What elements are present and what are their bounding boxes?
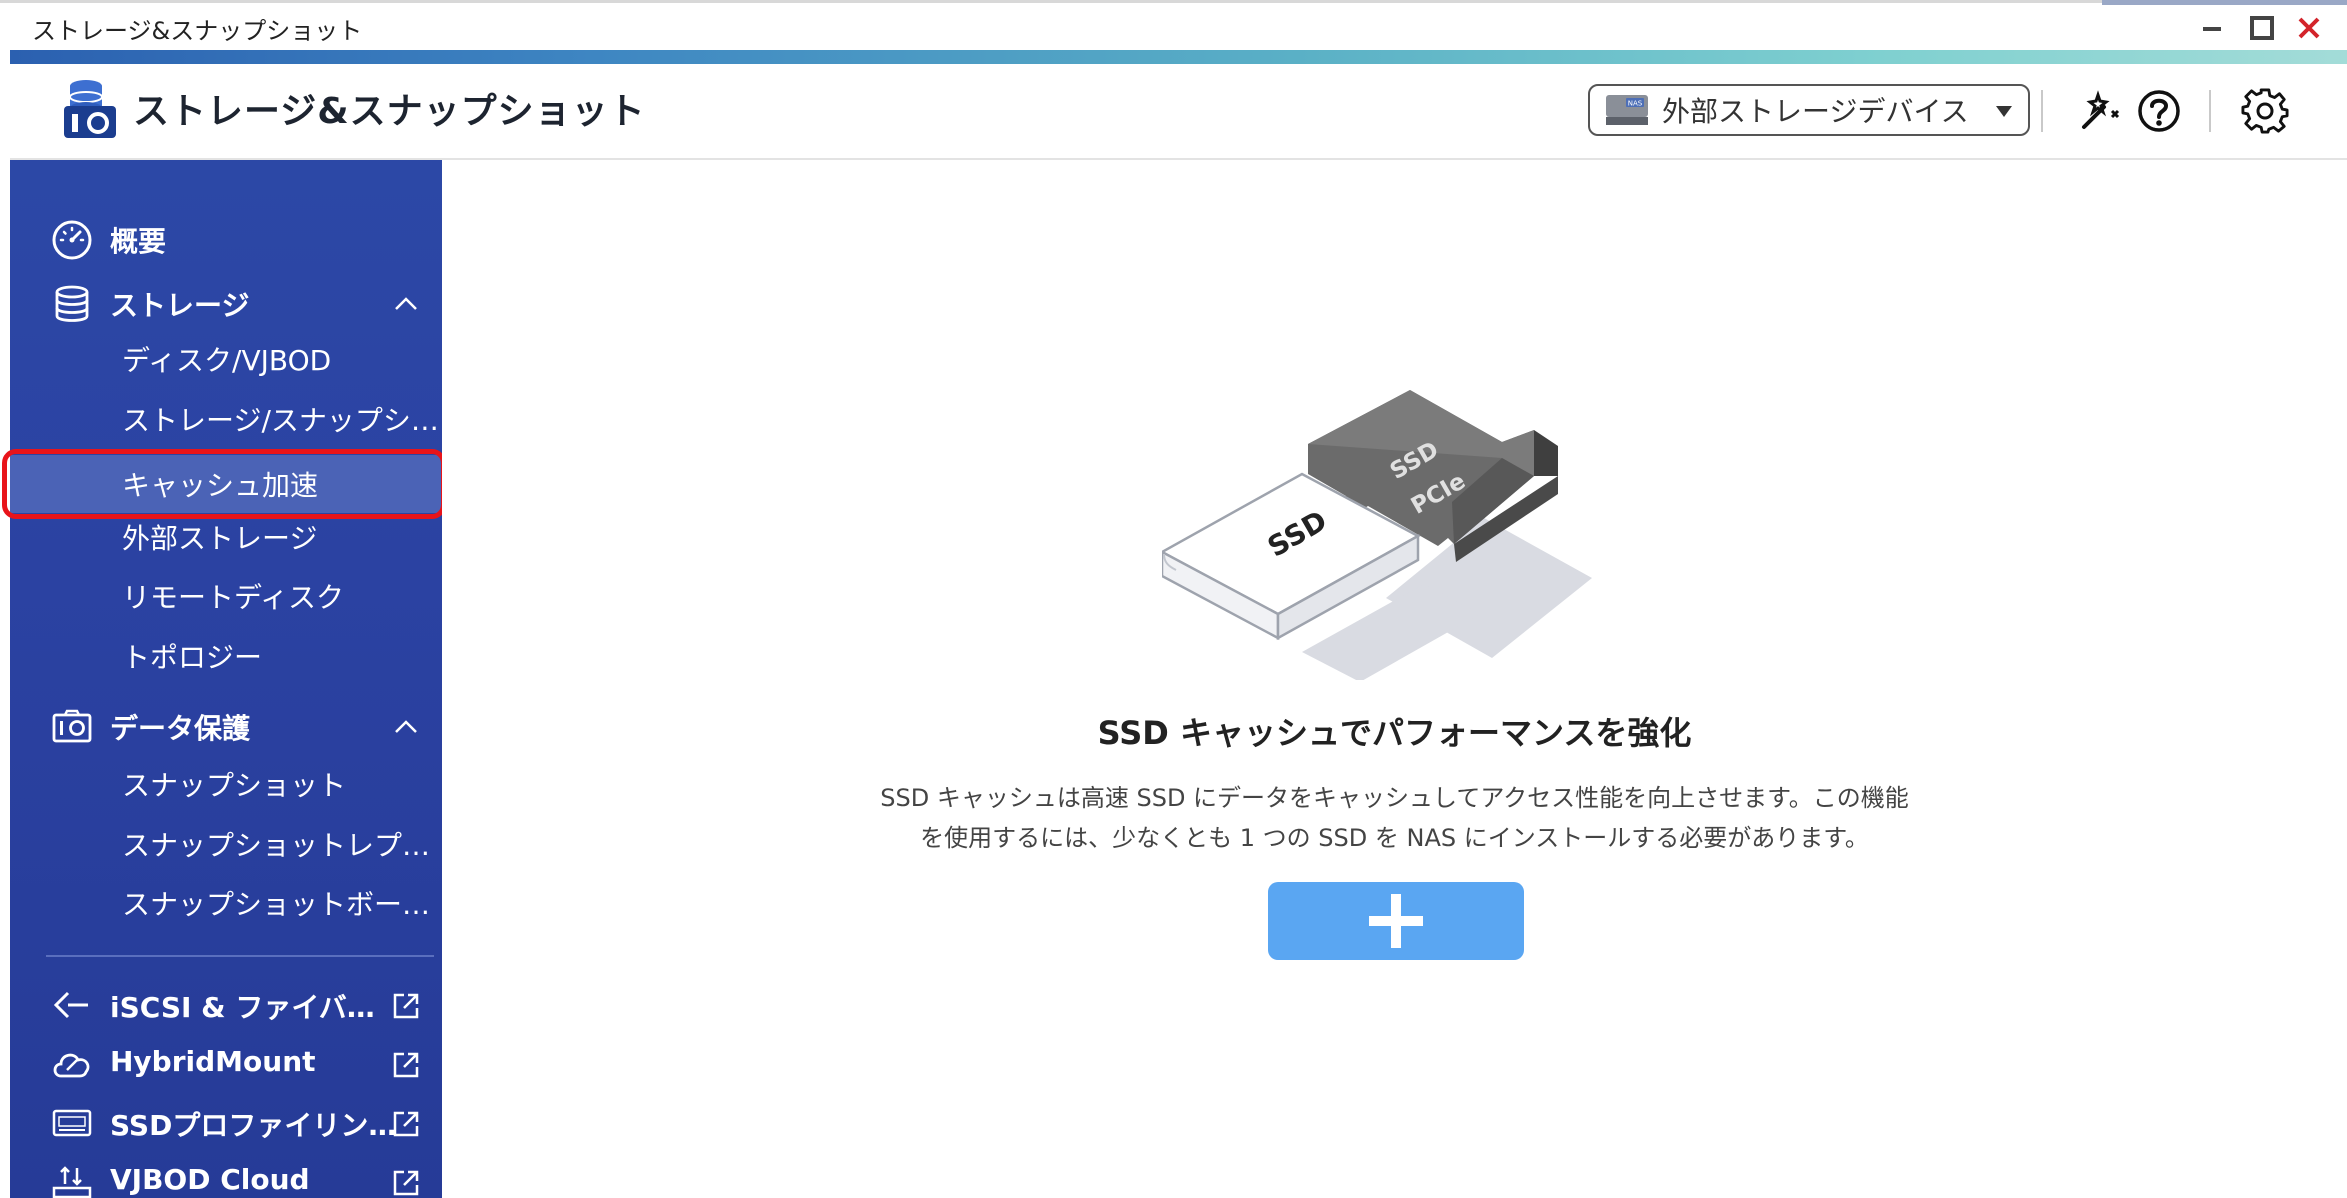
sidebar-link-ssd-profiling[interactable]: SSDプロファイリングツール: [10, 1094, 442, 1152]
sidebar-divider: [46, 955, 434, 957]
sidebar-link-vjbod-cloud[interactable]: VJBOD Cloud: [10, 1153, 442, 1198]
help-button[interactable]: [2132, 84, 2186, 138]
sidebar-item-label: データ保護: [110, 712, 251, 745]
maximize-button[interactable]: [2243, 9, 2281, 47]
main-content: SSD PCIe SSD SSD キャッシュでパフォーマンスを強化 SSD キャ…: [442, 160, 2347, 1198]
sidebar-item-label: リモートディスク: [122, 581, 345, 614]
app-header: ストレージ&スナップショット NAS 外部ストレージデバイス: [10, 64, 2347, 160]
sidebar-link-label: HybridMount: [110, 1045, 316, 1078]
sidebar-link-iscsi[interactable]: iSCSI & ファイバーチャネル: [10, 976, 442, 1034]
sidebar-item-label: ディスク/VJBOD: [122, 344, 332, 377]
sidebar-link-label: SSDプロファイリングツール: [110, 1109, 400, 1142]
sidebar-item-disks-vjbod[interactable]: ディスク/VJBOD: [10, 330, 442, 388]
storage-snapshot-logo-icon: [64, 80, 116, 138]
wizard-icon: [2082, 90, 2120, 129]
database-icon: [50, 282, 94, 326]
maximize-icon: [2250, 16, 2274, 40]
sidebar-item-label: 外部ストレージ: [122, 522, 318, 555]
open-external-icon: [393, 1052, 419, 1078]
vjbod-cloud-icon: [50, 1160, 94, 1198]
sidebar-item-label: キャッシュ加速: [122, 469, 319, 502]
sidebar-group-storage[interactable]: ストレージ: [10, 276, 442, 332]
sidebar-link-label: VJBOD Cloud: [110, 1163, 310, 1196]
sidebar-item-label: ストレージ: [110, 289, 250, 322]
header-gradient-bar: [10, 50, 2347, 64]
sidebar-item-label: スナップショットレプリカ: [122, 829, 440, 862]
settings-button[interactable]: [2238, 84, 2292, 138]
empty-state-description: SSD キャッシュは高速 SSD にデータをキャッシュしてアクセス性能を向上させ…: [880, 784, 1909, 852]
open-external-icon: [393, 1170, 419, 1196]
open-external-icon: [393, 1111, 419, 1137]
sidebar-item-snapshot-replica[interactable]: スナップショットレプリカ: [10, 815, 442, 873]
sidebar-item-external-storage[interactable]: 外部ストレージ: [10, 508, 442, 566]
app-window: ストレージ&スナップショット ストレージ&スナップショット NAS 外部ストレー…: [0, 0, 2347, 1198]
sidebar-item-label: スナップショットボールト: [122, 888, 440, 921]
minimize-icon: [2203, 27, 2221, 31]
sidebar-link-label: iSCSI & ファイバーチャネル: [110, 991, 400, 1024]
minimize-button[interactable]: [2193, 9, 2231, 47]
hdd-badge: NAS: [1628, 100, 1643, 108]
sidebar-item-label: 概要: [110, 225, 167, 258]
ssd-cache-illustration: SSD PCIe SSD: [1162, 390, 1592, 680]
sidebar: 概要 ストレージ ディスク/VJBOD ストレージ/スナップショット キャッシュ…: [10, 160, 442, 1198]
settings-icon: [2241, 88, 2289, 134]
sidebar-item-label: スナップショット: [122, 769, 347, 802]
hdd-icon: NAS: [1606, 95, 1648, 125]
sidebar-item-overview[interactable]: 概要: [10, 212, 442, 268]
app-title: ストレージ&スナップショット: [133, 91, 646, 132]
ssd-icon: [50, 1101, 94, 1145]
close-icon: [2298, 17, 2320, 39]
chevron-up-icon[interactable]: [392, 290, 420, 318]
wizard-button[interactable]: [2073, 84, 2127, 138]
sidebar-item-label: トポロジー: [122, 641, 263, 674]
open-external-icon: [393, 993, 419, 1019]
gauge-icon: [50, 218, 94, 262]
sidebar-item-snapshot-vault[interactable]: スナップショットボールト: [10, 874, 442, 932]
iscsi-icon: [50, 983, 94, 1027]
plus-icon: [1369, 894, 1423, 948]
titlebar-accent: [2102, 0, 2347, 5]
empty-state-title: SSD キャッシュでパフォーマンスを強化: [1097, 714, 1692, 752]
sidebar-link-hybridmount[interactable]: HybridMount: [10, 1035, 442, 1093]
sidebar-item-snapshots[interactable]: スナップショット: [10, 755, 442, 813]
chevron-up-icon[interactable]: [392, 713, 420, 741]
sidebar-item-label: ストレージ/スナップショット: [122, 404, 440, 437]
cloud-icon: [50, 1042, 94, 1086]
camera-icon: [50, 705, 94, 749]
header-divider: [2209, 90, 2211, 132]
device-select-label: 外部ストレージデバイス: [1662, 95, 1969, 128]
sidebar-item-storage-snapshots[interactable]: ストレージ/スナップショット: [10, 390, 442, 448]
sidebar-item-topology[interactable]: トポロジー: [10, 627, 442, 685]
sidebar-group-data-protection[interactable]: データ保護: [10, 699, 442, 755]
window-titlebar: ストレージ&スナップショット: [0, 0, 2347, 50]
header-divider: [2041, 90, 2043, 132]
sidebar-item-remote-disk[interactable]: リモートディスク: [10, 567, 442, 625]
device-select[interactable]: NAS 外部ストレージデバイス: [1588, 84, 2030, 136]
window-title: ストレージ&スナップショット: [32, 17, 363, 45]
close-button[interactable]: [2290, 9, 2328, 47]
help-icon: [2138, 90, 2180, 132]
sidebar-item-cache-acceleration[interactable]: キャッシュ加速: [10, 455, 442, 513]
add-ssd-cache-button[interactable]: [1268, 882, 1524, 960]
chevron-down-icon: [1996, 106, 2012, 117]
